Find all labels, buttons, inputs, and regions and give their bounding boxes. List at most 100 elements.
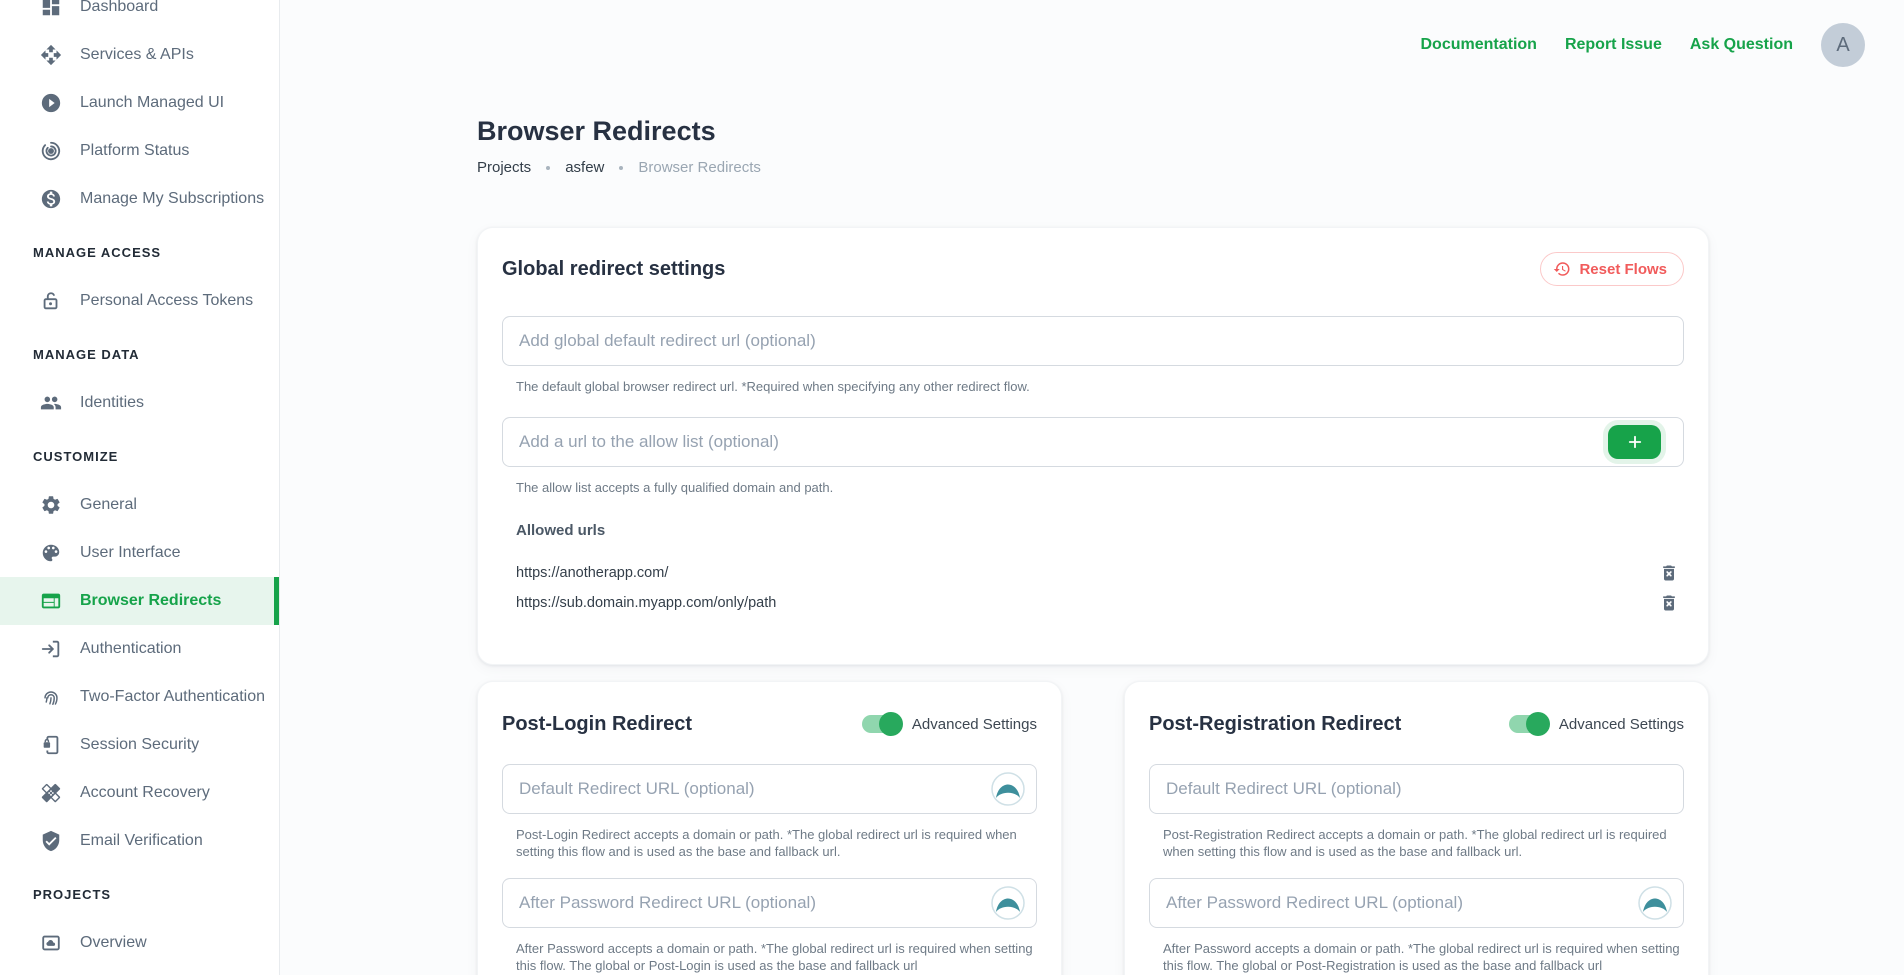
sidebar-item-account-recovery[interactable]: Account Recovery [0, 769, 279, 817]
flow-icon[interactable] [991, 886, 1025, 920]
add-allow-url-button[interactable] [1608, 425, 1661, 459]
post-login-redirect-card: Post-Login Redirect Advanced Settings [477, 681, 1062, 975]
ask-question-link[interactable]: Ask Question [1690, 36, 1793, 54]
sidebar-item-platform-status[interactable]: Platform Status [0, 127, 279, 175]
post-registration-redirect-card: Post-Registration Redirect Advanced Sett… [1124, 681, 1709, 975]
post-registration-after-password-url-input[interactable] [1149, 878, 1684, 928]
browser-redirects-icon [40, 590, 62, 612]
post-login-default-help: Post-Login Redirect accepts a domain or … [516, 826, 1037, 860]
sidebar-item-label: General [80, 496, 137, 514]
global-redirect-settings-card: Global redirect settings Reset Flows The… [477, 227, 1709, 665]
breadcrumb-projects[interactable]: Projects [477, 159, 531, 177]
sidebar-item-label: Session Security [80, 736, 199, 754]
sidebar-item-label: Personal Access Tokens [80, 292, 253, 310]
identities-icon [40, 392, 62, 414]
reset-flows-button[interactable]: Reset Flows [1540, 252, 1684, 286]
services-apis-icon [40, 44, 62, 66]
post-login-after-password-help: After Password accepts a domain or path.… [516, 940, 1037, 974]
post-login-advanced-settings-toggle[interactable] [862, 715, 900, 733]
allowed-url-value: https://anotherapp.com/ [516, 562, 668, 584]
dashboard-icon [40, 0, 62, 18]
sidebar-item-personal-access-tokens[interactable]: Personal Access Tokens [0, 277, 279, 325]
sidebar-item-label: User Interface [80, 544, 180, 562]
sidebar-section-projects: PROJECTS [33, 887, 279, 905]
page-title: Browser Redirects [477, 115, 1709, 147]
sidebar-item-label: Authentication [80, 640, 181, 658]
topbar: Documentation Report Issue Ask Question … [280, 0, 1904, 67]
allowed-url-row: https://anotherapp.com/ [516, 562, 1684, 584]
session-security-icon [40, 734, 62, 756]
subscriptions-icon [40, 188, 62, 210]
allow-list-help: The allow list accepts a fully qualified… [516, 479, 1684, 496]
global-default-redirect-url-input[interactable] [502, 316, 1684, 366]
sidebar-item-launch-managed-ui[interactable]: Launch Managed UI [0, 79, 279, 127]
plus-icon [1626, 433, 1644, 451]
sidebar-item-manage-subscriptions[interactable]: Manage My Subscriptions [0, 175, 279, 223]
allowed-url-value: https://sub.domain.myapp.com/only/path [516, 592, 776, 614]
breadcrumb: Projects asfew Browser Redirects [477, 159, 1709, 177]
breadcrumb-separator [619, 166, 623, 170]
platform-status-icon [40, 140, 62, 162]
launch-managed-ui-icon [40, 92, 62, 114]
authentication-icon [40, 638, 62, 660]
post-login-card-title: Post-Login Redirect [502, 712, 692, 736]
sidebar-item-session-security[interactable]: Session Security [0, 721, 279, 769]
post-login-after-password-url-input[interactable] [502, 878, 1037, 928]
toggle-knob [879, 712, 903, 736]
sidebar-item-services-apis[interactable]: Services & APIs [0, 31, 279, 79]
sidebar-item-general[interactable]: General [0, 481, 279, 529]
sidebar: Dashboard Services & APIs Launch Managed… [0, 0, 280, 975]
overview-icon [40, 932, 62, 954]
sidebar-section-customize: CUSTOMIZE [33, 449, 279, 467]
allow-list-url-input[interactable] [502, 417, 1684, 467]
email-verification-icon [40, 830, 62, 852]
toggle-knob [1526, 712, 1550, 736]
reset-flows-label: Reset Flows [1579, 261, 1667, 278]
documentation-link[interactable]: Documentation [1420, 36, 1536, 54]
sidebar-item-authentication[interactable]: Authentication [0, 625, 279, 673]
post-login-default-url-input[interactable] [502, 764, 1037, 814]
post-registration-default-url-input[interactable] [1149, 764, 1684, 814]
personal-access-tokens-icon [40, 290, 62, 312]
sidebar-item-label: Launch Managed UI [80, 94, 224, 112]
sidebar-item-email-verification[interactable]: Email Verification [0, 817, 279, 865]
allowed-url-row: https://sub.domain.myapp.com/only/path [516, 592, 1684, 614]
global-card-title: Global redirect settings [502, 257, 725, 281]
sidebar-item-label: Platform Status [80, 142, 189, 160]
sidebar-item-label: Manage My Subscriptions [80, 190, 264, 208]
post-registration-card-title: Post-Registration Redirect [1149, 712, 1401, 736]
sidebar-item-label: Overview [80, 934, 147, 952]
avatar[interactable]: A [1821, 23, 1865, 67]
sidebar-item-label: Dashboard [80, 0, 158, 16]
user-interface-icon [40, 542, 62, 564]
delete-url-button[interactable] [1659, 562, 1681, 584]
sidebar-item-dashboard[interactable]: Dashboard [0, 0, 279, 31]
global-default-redirect-url-help: The default global browser redirect url.… [516, 378, 1684, 395]
sidebar-item-identities[interactable]: Identities [0, 379, 279, 427]
post-registration-after-password-help: After Password accepts a domain or path.… [1163, 940, 1684, 974]
sidebar-item-browser-redirects[interactable]: Browser Redirects [0, 577, 279, 625]
post-registration-default-help: Post-Registration Redirect accepts a dom… [1163, 826, 1684, 860]
post-registration-advanced-settings-toggle[interactable] [1509, 715, 1547, 733]
delete-url-button[interactable] [1659, 592, 1681, 614]
flow-icon[interactable] [991, 772, 1025, 806]
advanced-settings-label: Advanced Settings [912, 716, 1037, 733]
sidebar-section-manage-access: MANAGE ACCESS [33, 245, 279, 263]
trash-icon [1659, 593, 1681, 613]
flow-icon[interactable] [1638, 886, 1672, 920]
sidebar-item-label: Account Recovery [80, 784, 210, 802]
history-icon [1553, 260, 1571, 278]
account-recovery-icon [40, 782, 62, 804]
sidebar-item-user-interface[interactable]: User Interface [0, 529, 279, 577]
sidebar-item-label: Email Verification [80, 832, 203, 850]
sidebar-item-label: Services & APIs [80, 46, 194, 64]
breadcrumb-project-name[interactable]: asfew [565, 159, 604, 177]
two-factor-icon [40, 686, 62, 708]
breadcrumb-current: Browser Redirects [638, 159, 761, 177]
report-issue-link[interactable]: Report Issue [1565, 36, 1662, 54]
sidebar-item-two-factor[interactable]: Two-Factor Authentication [0, 673, 279, 721]
trash-icon [1659, 563, 1681, 583]
main-area: Documentation Report Issue Ask Question … [280, 0, 1904, 975]
advanced-settings-label: Advanced Settings [1559, 716, 1684, 733]
sidebar-item-overview[interactable]: Overview [0, 919, 279, 967]
